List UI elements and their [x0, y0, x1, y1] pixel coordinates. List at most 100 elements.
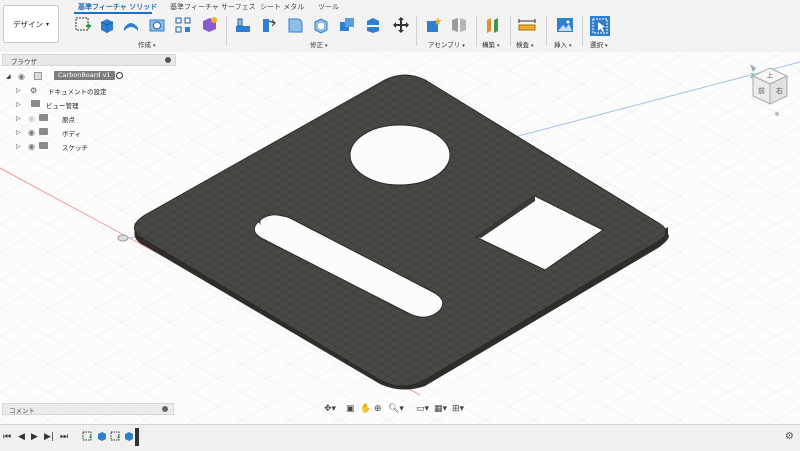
browser-item-label: スケッチ: [62, 144, 88, 152]
timeline-extrude-feature-icon[interactable]: [124, 431, 134, 441]
step-forward-icon[interactable]: ▶|: [44, 432, 54, 442]
pin-icon[interactable]: [165, 57, 171, 63]
folder-icon: [39, 114, 48, 121]
zoom-icon[interactable]: ⊕: [374, 404, 382, 414]
tab-solid[interactable]: 基準フィーチャ ソリッド: [78, 2, 157, 12]
comments-panel[interactable]: コメント: [2, 403, 174, 415]
pattern-icon[interactable]: [174, 16, 192, 34]
chevron-down-icon: ▾: [45, 20, 49, 28]
fillet-icon[interactable]: [260, 16, 278, 34]
timeline-marker[interactable]: [135, 428, 139, 446]
eye-icon[interactable]: ◉: [18, 72, 25, 81]
home-view-icon[interactable]: [775, 112, 779, 116]
split-body-icon[interactable]: [364, 16, 382, 34]
browser-item-label: ボディ: [62, 130, 82, 138]
eye-icon[interactable]: ◉: [28, 142, 35, 151]
tab-surface[interactable]: 基準フィーチャ サーフェス: [170, 2, 256, 12]
orbit-icon[interactable]: ✥▾: [324, 404, 336, 414]
create-group-label[interactable]: 作成 ▾: [138, 39, 156, 49]
hole-icon[interactable]: [148, 16, 166, 34]
view-cube-top-face[interactable]: 上: [767, 72, 773, 80]
select-icon[interactable]: [590, 16, 610, 36]
insert-image-icon[interactable]: [556, 16, 574, 34]
browser-root-label: CarbonBoard v1: [54, 71, 115, 80]
look-at-icon[interactable]: ▣: [346, 404, 355, 414]
folder-icon: [39, 128, 48, 135]
activate-radio-icon[interactable]: [116, 72, 123, 79]
add-comment-icon[interactable]: [162, 406, 168, 412]
measure-icon[interactable]: [518, 16, 536, 34]
workspace-switcher-button[interactable]: デザイン ▾: [3, 5, 59, 43]
separator: [416, 16, 417, 46]
separator: [582, 16, 583, 46]
folder-icon: [39, 142, 48, 149]
combine-icon[interactable]: [338, 16, 356, 34]
separator: [510, 16, 511, 46]
timeline-sketch-feature-icon[interactable]: [82, 431, 92, 441]
tab-sheet-metal[interactable]: シート メタル: [260, 2, 304, 12]
expand-triangle-icon[interactable]: ▷: [16, 143, 21, 150]
separator: [476, 16, 477, 46]
display-settings-icon[interactable]: ▭▾: [416, 404, 429, 414]
grid-snaps-icon[interactable]: ▦▾: [434, 404, 447, 414]
browser-item-bodies[interactable]: ▷ ◉ ボディ: [6, 126, 176, 138]
view-cube[interactable]: Z 上 前 右: [745, 60, 795, 120]
play-icon[interactable]: ▶: [31, 432, 38, 442]
inspect-group-label[interactable]: 検査 ▾: [516, 39, 534, 49]
browser-item-label: ドキュメントの設定: [48, 88, 107, 96]
separator: [226, 16, 227, 46]
zoom-window-icon[interactable]: 🔍︎▾: [388, 404, 404, 414]
step-back-icon[interactable]: ◀: [18, 432, 25, 442]
assemble-group-label[interactable]: アセンブリ ▾: [428, 39, 465, 49]
viewports-icon[interactable]: ⊞▾: [452, 404, 464, 414]
new-component-icon[interactable]: [424, 16, 442, 34]
browser-item-view-management[interactable]: ▷ ビュー管理: [6, 98, 176, 110]
gear-icon: ⚙: [30, 86, 38, 95]
eye-icon[interactable]: ◉: [28, 128, 35, 137]
construct-group-label[interactable]: 構築 ▾: [482, 39, 500, 49]
expand-triangle-icon[interactable]: ▷: [16, 87, 21, 94]
collapse-triangle-icon[interactable]: ◢: [6, 73, 11, 80]
timeline: ⏮ ◀ ▶ ▶| ⏭ ⚙: [0, 424, 800, 451]
expand-triangle-icon[interactable]: ▷: [16, 129, 21, 136]
timeline-extrude-feature-icon[interactable]: [97, 431, 107, 441]
comments-label: コメント: [9, 407, 35, 415]
move-copy-icon[interactable]: [392, 16, 410, 34]
toolbar: デザイン ▾ 基準フィーチャ ソリッド 基準フィーチャ サーフェス シート メタ…: [0, 0, 800, 53]
timeline-sketch-feature-icon[interactable]: [110, 431, 120, 441]
browser-item-origin[interactable]: ▷ ◉ 原点: [6, 112, 176, 124]
offset-plane-icon[interactable]: [484, 16, 502, 34]
go-to-end-icon[interactable]: ⏭: [60, 432, 68, 442]
timeline-settings-gear-icon[interactable]: ⚙: [785, 431, 794, 442]
origin-marker[interactable]: [117, 234, 129, 242]
press-pull-icon[interactable]: [234, 16, 252, 34]
shell-icon[interactable]: [312, 16, 330, 34]
document-icon: [34, 72, 42, 80]
folder-icon: [31, 100, 40, 107]
pan-icon[interactable]: ✋: [360, 404, 371, 414]
revolve-icon[interactable]: [122, 16, 140, 34]
extrude-icon[interactable]: [98, 16, 116, 34]
browser-item-label: 原点: [62, 116, 75, 124]
insert-group-label[interactable]: 挿入 ▾: [554, 39, 572, 49]
eye-hidden-icon[interactable]: ◉: [28, 114, 35, 123]
form-icon[interactable]: [200, 16, 218, 34]
browser-root-item[interactable]: ◢ ◉ CarbonBoard v1: [6, 70, 176, 82]
modify-group-label[interactable]: 修正 ▾: [310, 39, 328, 49]
chamfer-icon[interactable]: [286, 16, 304, 34]
separator: [546, 16, 547, 46]
active-tab-underline: [74, 12, 152, 14]
select-group-label[interactable]: 選択 ▾: [590, 39, 608, 49]
expand-triangle-icon[interactable]: ▷: [16, 101, 21, 108]
joint-icon[interactable]: [450, 16, 468, 34]
expand-triangle-icon[interactable]: ▷: [16, 115, 21, 122]
browser-header[interactable]: ブラウザ: [2, 54, 176, 66]
go-to-start-icon[interactable]: ⏮: [3, 432, 11, 442]
view-cube-right-face[interactable]: 右: [776, 86, 783, 95]
browser-item-sketches[interactable]: ▷ ◉ スケッチ: [6, 140, 176, 152]
new-sketch-icon[interactable]: [74, 16, 92, 34]
view-cube-front-face[interactable]: 前: [758, 86, 765, 95]
browser-panel: ブラウザ ◢ ◉ CarbonBoard v1 ▷ ⚙ ドキュメントの設定 ▷ …: [0, 52, 178, 158]
tab-tools[interactable]: ツール: [318, 2, 339, 12]
browser-item-document-settings[interactable]: ▷ ⚙ ドキュメントの設定: [6, 84, 176, 96]
